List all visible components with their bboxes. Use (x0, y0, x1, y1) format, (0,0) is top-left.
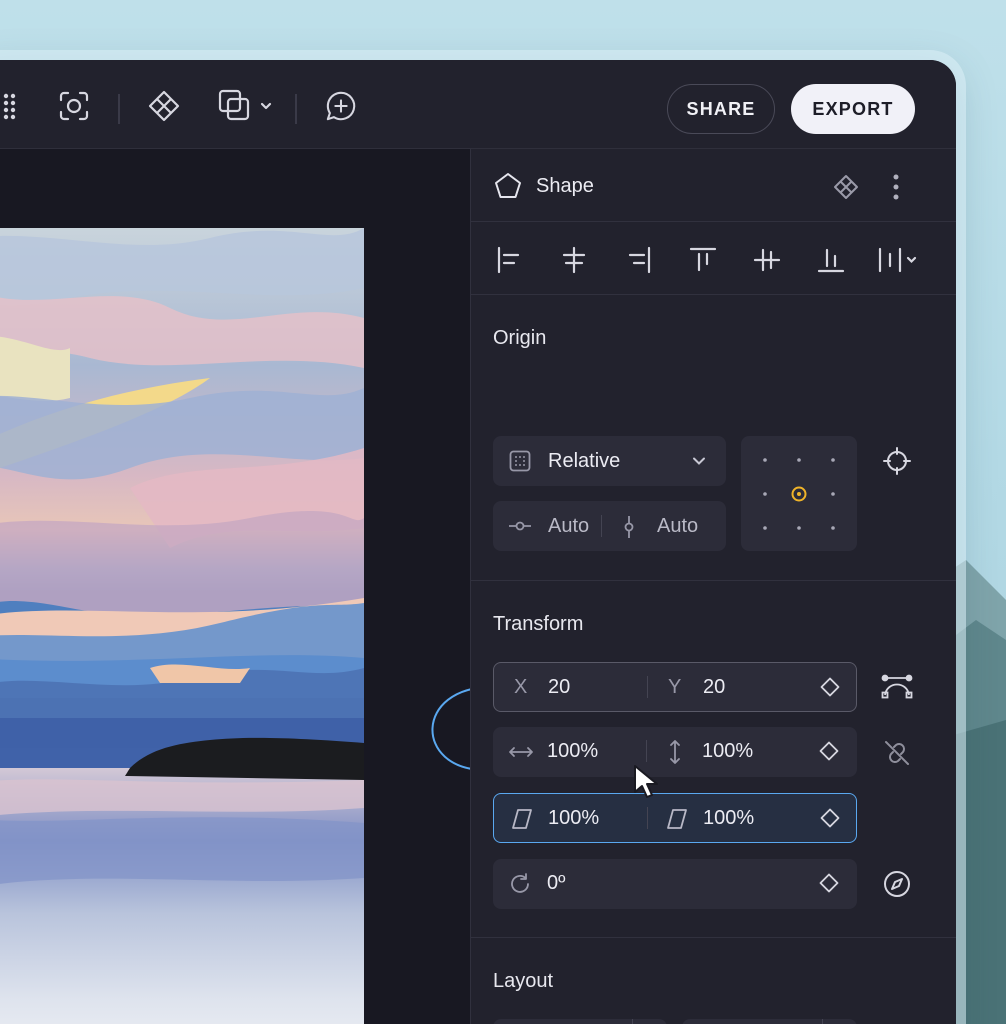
divider (471, 221, 956, 222)
origin-mode-value: Relative (548, 450, 621, 472)
scale-width-input[interactable]: 100% (547, 740, 598, 763)
origin-point-grid[interactable] (741, 436, 857, 551)
distribute-dropdown-icon[interactable] (876, 245, 920, 280)
vertical-anchor-icon (619, 515, 639, 545)
vertical-resize-icon (665, 739, 685, 771)
app-window: SHARE EXPORT Shape Origin Relative Auto … (0, 60, 956, 1024)
divider (471, 580, 956, 581)
align-left-icon[interactable] (495, 245, 525, 280)
origin-auto-fields: Auto Auto (493, 501, 726, 551)
align-horizontal-center-icon[interactable] (559, 245, 589, 280)
y-label: Y (668, 676, 682, 698)
field-separator (646, 740, 647, 762)
transform-section-label: Transform (493, 613, 584, 635)
origin-auto-y-input[interactable]: Auto (657, 515, 698, 538)
layout-section-label: Layout (493, 970, 554, 992)
divider (471, 937, 956, 938)
field-separator (632, 1019, 633, 1024)
x-label: X (514, 676, 528, 698)
scale-height-input[interactable]: 100% (702, 740, 753, 763)
origin-mode-dropdown[interactable]: Relative (493, 436, 726, 486)
export-button[interactable]: EXPORT (791, 84, 915, 134)
boolean-shapes-icon[interactable] (218, 89, 276, 122)
component-icon[interactable] (148, 90, 180, 122)
relative-grid-icon (509, 450, 531, 478)
keyframe-diamond-icon[interactable] (820, 677, 840, 703)
panel-title: Shape (536, 175, 594, 197)
keyframe-diamond-icon[interactable] (819, 873, 839, 899)
rotation-field: 0º (493, 859, 857, 909)
skew-x-icon (511, 808, 533, 836)
comment-add-icon[interactable] (325, 90, 357, 122)
field-separator (647, 807, 648, 829)
height-field: H 400 (682, 1019, 857, 1024)
chevron-down-icon (689, 451, 709, 477)
toolbar-separator (118, 94, 120, 124)
field-separator (647, 676, 648, 698)
skew-y-icon (666, 808, 688, 836)
rotate-icon (508, 872, 532, 902)
share-button[interactable]: SHARE (667, 84, 775, 134)
bezier-path-icon[interactable] (881, 673, 913, 704)
skew-y-input[interactable]: 100% (703, 807, 754, 830)
toolbar-separator (295, 94, 297, 124)
canvas-area[interactable] (0, 149, 614, 1024)
keyframe-diamond-icon[interactable] (820, 808, 840, 834)
align-top-icon[interactable] (688, 245, 718, 280)
divider (471, 294, 956, 295)
skew-fields: 100% 100% (493, 793, 857, 843)
drag-dots-icon[interactable] (0, 90, 22, 122)
y-input[interactable]: 20 (703, 676, 725, 699)
crosshair-target-icon[interactable] (883, 447, 911, 480)
rotation-input[interactable]: 0º (547, 872, 565, 895)
properties-panel: Shape Origin Relative Auto Auto Transfor… (470, 149, 956, 1024)
screenshot-focus-icon[interactable] (58, 90, 90, 122)
mouse-pointer-icon (634, 765, 658, 798)
x-input[interactable]: 20 (548, 676, 570, 699)
skew-x-input[interactable]: 100% (548, 807, 599, 830)
compass-icon[interactable] (883, 870, 911, 903)
landscape-painting-image[interactable] (0, 228, 364, 1024)
origin-auto-x-input[interactable]: Auto (548, 515, 589, 538)
more-options-icon[interactable] (885, 173, 907, 206)
field-separator (822, 1019, 823, 1024)
align-right-icon[interactable] (623, 245, 653, 280)
position-fields: X 20 Y 20 (493, 662, 857, 712)
scale-fields: 100% 100% (493, 727, 857, 777)
field-separator (601, 515, 602, 537)
horizontal-resize-icon (508, 742, 534, 768)
horizontal-anchor-icon (508, 516, 532, 542)
keyframe-diamond-icon[interactable] (819, 741, 839, 767)
width-field: W 400 (493, 1019, 667, 1024)
align-vertical-center-icon[interactable] (752, 245, 782, 280)
top-toolbar: SHARE EXPORT (0, 60, 956, 149)
pentagon-shape-icon (493, 171, 523, 206)
component-icon[interactable] (833, 174, 859, 205)
unlink-icon[interactable] (883, 739, 911, 772)
align-bottom-icon[interactable] (816, 245, 846, 280)
origin-section-label: Origin (493, 327, 547, 349)
